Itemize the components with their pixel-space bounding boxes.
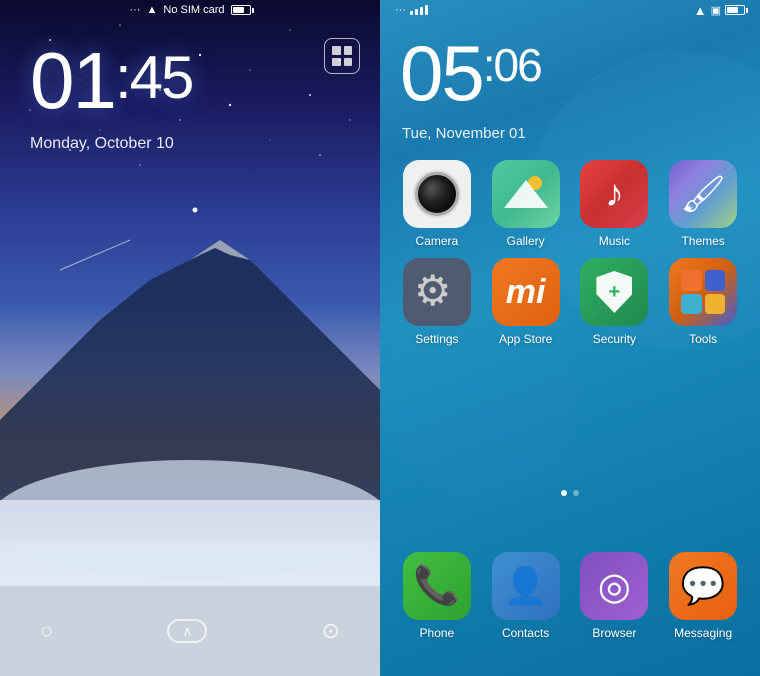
tool-cell-1 xyxy=(681,270,702,291)
gallery-inner xyxy=(504,172,548,216)
home-signal-bars xyxy=(410,5,428,15)
app-label-tools: Tools xyxy=(689,332,717,346)
app-icon-camera xyxy=(403,160,471,228)
lock-screen: ··· ▲ No SIM card 01:45 Monday, October … xyxy=(0,0,380,676)
app-label-messaging: Messaging xyxy=(674,626,732,640)
home-status-left: ··· xyxy=(395,4,428,16)
app-icon-music: ♪ xyxy=(580,160,648,228)
app-label-contacts: Contacts xyxy=(502,626,549,640)
home-status-bar: ··· ▲ ▣ xyxy=(380,0,760,20)
app-item-settings[interactable]: Settings xyxy=(395,258,479,346)
app-icon-browser: ◎ xyxy=(580,552,648,620)
lock-bottom-bar: ○ ∧ ⊙ xyxy=(0,586,380,676)
app-icon-tools xyxy=(669,258,737,326)
tools-grid-icon xyxy=(681,270,725,314)
app-item-messaging[interactable]: 💬 Messaging xyxy=(661,552,745,640)
app-icon-settings xyxy=(403,258,471,326)
contacts-icon: 👤 xyxy=(503,565,548,607)
app-item-gallery[interactable]: Gallery xyxy=(484,160,568,248)
camera-lens xyxy=(415,172,459,216)
app-grid: Camera Gallery ♪ Music 🖌 Themes xyxy=(395,160,745,346)
app-icon-phone: 📞 xyxy=(403,552,471,620)
lock-colon: : xyxy=(115,43,130,112)
app-item-tools[interactable]: Tools xyxy=(661,258,745,346)
app-label-camera: Camera xyxy=(416,234,459,248)
app-label-security: Security xyxy=(593,332,636,346)
app-item-browser[interactable]: ◎ Browser xyxy=(573,552,657,640)
page-dot-1[interactable] xyxy=(561,490,567,496)
home-minutes: 06 xyxy=(494,39,541,91)
app-label-settings: Settings xyxy=(415,332,458,346)
lock-battery-icon xyxy=(231,5,251,15)
settings-gear-icon xyxy=(415,270,459,314)
lock-minutes: 45 xyxy=(130,43,193,112)
home-record-icon: ▣ xyxy=(711,4,721,17)
app-label-browser: Browser xyxy=(592,626,636,640)
app-label-phone: Phone xyxy=(420,626,455,640)
app-label-music: Music xyxy=(599,234,630,248)
lock-date: Monday, October 10 xyxy=(30,135,174,153)
lock-hours: 01 xyxy=(30,36,115,125)
home-battery-icon xyxy=(725,5,745,15)
app-item-themes[interactable]: 🖌 Themes xyxy=(661,160,745,248)
lock-signal-dots: ··· xyxy=(129,4,140,16)
themes-brush-icon: 🖌 xyxy=(680,173,726,215)
dot-2 xyxy=(344,46,353,55)
home-time-sup: :06 xyxy=(483,38,541,92)
page-indicators xyxy=(380,490,760,496)
app-label-gallery: Gallery xyxy=(507,234,545,248)
appstore-mi-icon: mi xyxy=(506,273,546,312)
dot-1 xyxy=(332,46,341,55)
security-plus-icon: + xyxy=(609,281,621,304)
lock-no-sim: No SIM card xyxy=(163,4,224,16)
home-signal-dots: ··· xyxy=(395,4,406,16)
messaging-icon: 💬 xyxy=(681,565,726,607)
app-icon-themes: 🖌 xyxy=(669,160,737,228)
music-note-icon: ♪ xyxy=(605,173,624,216)
app-icon-appstore: mi xyxy=(492,258,560,326)
lock-camera-shortcut-icon[interactable]: ⊙ xyxy=(322,618,340,644)
app-item-security[interactable]: + Security xyxy=(573,258,657,346)
app-icon-contacts: 👤 xyxy=(492,552,560,620)
tool-cell-4 xyxy=(705,294,726,315)
home-hours: 05 xyxy=(400,29,483,117)
app-item-contacts[interactable]: 👤 Contacts xyxy=(484,552,568,640)
home-colon: : xyxy=(483,39,494,91)
browser-icon: ◎ xyxy=(598,564,631,609)
app-item-phone[interactable]: 📞 Phone xyxy=(395,552,479,640)
lock-chevron-icon: ∧ xyxy=(182,623,192,640)
home-time: 05:06 xyxy=(400,28,541,119)
lock-status-bar: ··· ▲ No SIM card xyxy=(0,0,380,20)
app-item-appstore[interactable]: mi App Store xyxy=(484,258,568,346)
app-item-camera[interactable]: Camera xyxy=(395,160,479,248)
lock-apps-button[interactable] xyxy=(324,38,360,74)
dock-app-grid: 📞 Phone 👤 Contacts ◎ Browser xyxy=(380,552,760,640)
app-icon-messaging: 💬 xyxy=(669,552,737,620)
app-icon-security: + xyxy=(580,258,648,326)
app-label-themes: Themes xyxy=(681,234,724,248)
lock-wifi-icon: ▲ xyxy=(146,4,157,16)
app-item-music[interactable]: ♪ Music xyxy=(573,160,657,248)
security-shield-icon: + xyxy=(596,271,632,313)
home-status-right: ▲ ▣ xyxy=(694,3,745,18)
home-screen: ··· ▲ ▣ 05:06 Tue, November 01 xyxy=(380,0,760,676)
home-dock: 📞 Phone 👤 Contacts ◎ Browser xyxy=(380,516,760,676)
gallery-mountain xyxy=(504,180,548,208)
phone-icon: 📞 xyxy=(413,564,460,608)
dot-4 xyxy=(344,58,353,67)
app-label-appstore: App Store xyxy=(499,332,552,346)
tool-cell-2 xyxy=(705,270,726,291)
page-dot-2[interactable] xyxy=(573,490,579,496)
dot-3 xyxy=(332,58,341,67)
lock-home-button[interactable]: ∧ xyxy=(167,619,207,643)
home-wifi-icon: ▲ xyxy=(694,3,707,18)
tool-cell-3 xyxy=(681,294,702,315)
lock-circle-icon[interactable]: ○ xyxy=(40,618,53,644)
app-icon-gallery xyxy=(492,160,560,228)
lock-time: 01:45 xyxy=(30,35,192,127)
home-date: Tue, November 01 xyxy=(402,125,526,142)
